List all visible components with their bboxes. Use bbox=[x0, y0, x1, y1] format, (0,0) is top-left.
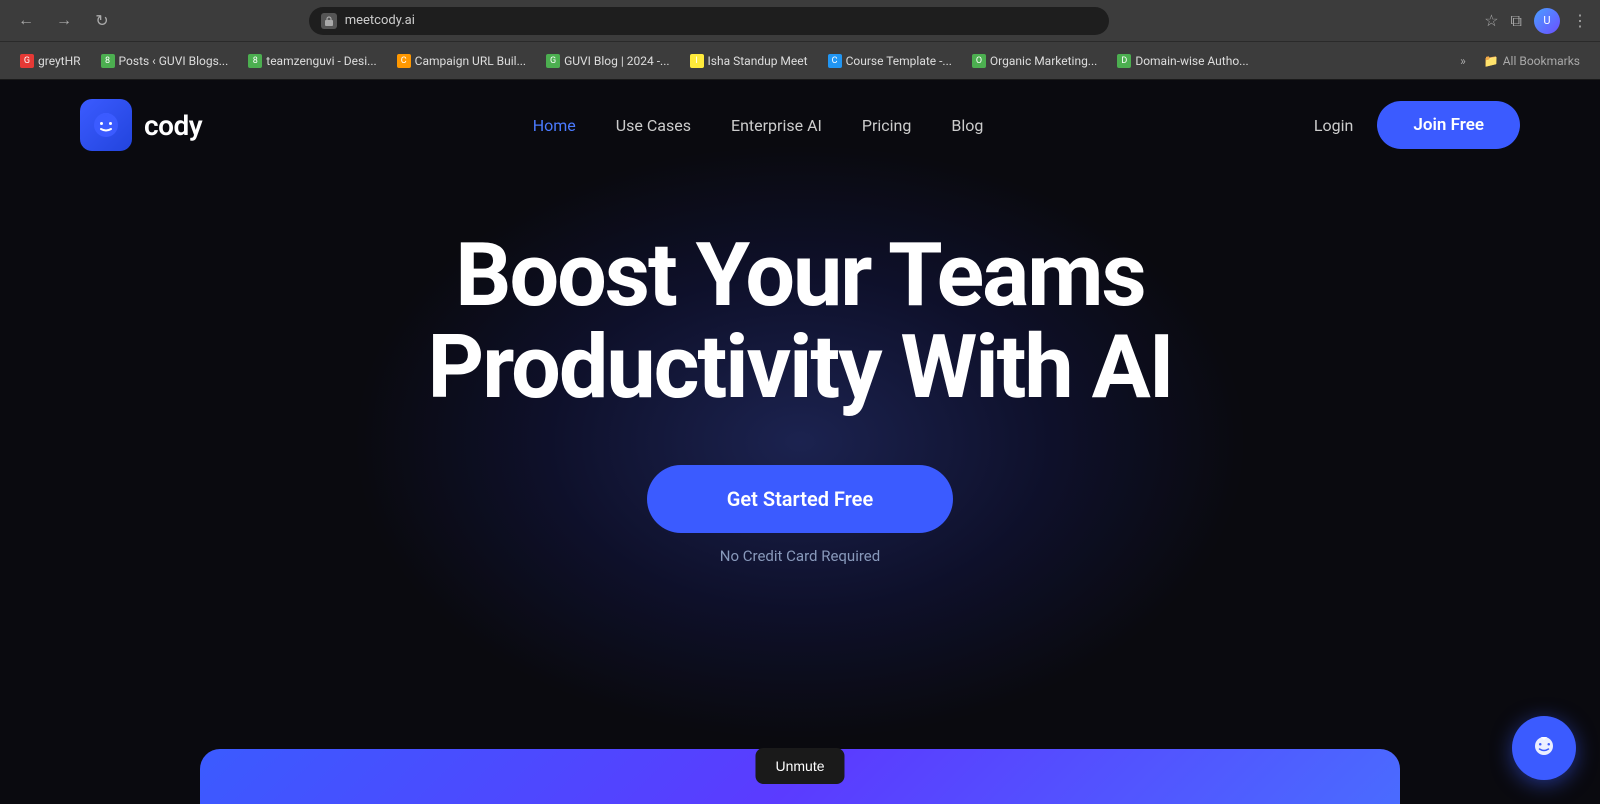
hero-title-line1: Boost Your Teams bbox=[455, 224, 1144, 327]
address-bar[interactable]: meetcody.ai bbox=[309, 7, 1109, 35]
bookmark-favicon: 8 bbox=[101, 54, 115, 68]
bookmark-favicon: C bbox=[397, 54, 411, 68]
star-icon[interactable]: ☆ bbox=[1484, 11, 1498, 30]
no-credit-card-text: No Credit Card Required bbox=[720, 547, 880, 565]
bookmark-teamzen[interactable]: 8 teamzenguvi - Desi... bbox=[240, 51, 384, 71]
nav-enterprise-ai[interactable]: Enterprise AI bbox=[731, 116, 822, 135]
all-bookmarks-label: All Bookmarks bbox=[1503, 54, 1580, 68]
bookmark-favicon: G bbox=[546, 54, 560, 68]
unmute-button[interactable]: Unmute bbox=[755, 748, 844, 784]
back-button[interactable]: ← bbox=[12, 7, 40, 35]
bookmark-label: GUVI Blog | 2024 -... bbox=[564, 54, 669, 68]
nav-home[interactable]: Home bbox=[533, 116, 576, 135]
bookmark-favicon: G bbox=[20, 54, 34, 68]
bookmark-label: Isha Standup Meet bbox=[708, 54, 808, 68]
get-started-button[interactable]: Get Started Free bbox=[647, 465, 953, 533]
user-avatar[interactable]: U bbox=[1534, 8, 1560, 34]
forward-button[interactable]: → bbox=[50, 7, 78, 35]
security-icon bbox=[321, 13, 337, 29]
address-text: meetcody.ai bbox=[345, 13, 415, 28]
bookmark-guvi-blog[interactable]: G GUVI Blog | 2024 -... bbox=[538, 51, 677, 71]
bookmark-favicon: 8 bbox=[248, 54, 262, 68]
website-content: cody Home Use Cases Enterprise AI Pricin… bbox=[0, 80, 1600, 804]
bookmark-organic[interactable]: O Organic Marketing... bbox=[964, 51, 1105, 71]
bookmark-favicon: O bbox=[972, 54, 986, 68]
bookmark-label: Course Template -... bbox=[846, 54, 952, 68]
browser-toolbar: ← → ↻ meetcody.ai ☆ ⧉ U ⋮ bbox=[0, 0, 1600, 41]
extensions-icon[interactable]: ⧉ bbox=[1511, 11, 1522, 31]
join-free-button[interactable]: Join Free bbox=[1377, 101, 1520, 149]
nav-links: Home Use Cases Enterprise AI Pricing Blo… bbox=[533, 116, 984, 135]
logo-text: cody bbox=[144, 109, 202, 142]
nav-right: Login Join Free bbox=[1314, 101, 1520, 149]
login-button[interactable]: Login bbox=[1314, 116, 1353, 135]
bookmarks-bar: G greytHR 8 Posts ‹ GUVI Blogs... 8 team… bbox=[0, 41, 1600, 79]
bookmark-label: Posts ‹ GUVI Blogs... bbox=[119, 54, 229, 68]
bookmark-isha[interactable]: I Isha Standup Meet bbox=[682, 51, 816, 71]
bookmark-course[interactable]: C Course Template -... bbox=[820, 51, 960, 71]
nav-blog[interactable]: Blog bbox=[951, 116, 983, 135]
bookmark-greyhr[interactable]: G greytHR bbox=[12, 51, 89, 71]
bookmark-guvi-blogs[interactable]: 8 Posts ‹ GUVI Blogs... bbox=[93, 51, 237, 71]
nav-use-cases[interactable]: Use Cases bbox=[616, 116, 691, 135]
browser-chrome: ← → ↻ meetcody.ai ☆ ⧉ U ⋮ G greytHR 8 bbox=[0, 0, 1600, 80]
bookmark-label: Domain-wise Autho... bbox=[1135, 54, 1248, 68]
browser-right-icons: ☆ ⧉ U ⋮ bbox=[1484, 8, 1588, 34]
hero-title: Boost Your Teams Productivity With AI bbox=[250, 230, 1350, 415]
chat-widget-button[interactable] bbox=[1512, 716, 1576, 780]
hero-cta: Get Started Free No Credit Card Required bbox=[20, 465, 1580, 565]
menu-icon[interactable]: ⋮ bbox=[1572, 11, 1588, 30]
bookmark-label: teamzenguvi - Desi... bbox=[266, 54, 376, 68]
bookmark-label: greytHR bbox=[38, 54, 81, 68]
logo[interactable]: cody bbox=[80, 99, 202, 151]
navbar: cody Home Use Cases Enterprise AI Pricin… bbox=[0, 80, 1600, 170]
hero-section: Boost Your Teams Productivity With AI Ge… bbox=[0, 170, 1600, 605]
logo-icon bbox=[80, 99, 132, 151]
nav-pricing[interactable]: Pricing bbox=[862, 116, 912, 135]
all-bookmarks[interactable]: 📁 All Bookmarks bbox=[1476, 51, 1588, 71]
bookmark-favicon: C bbox=[828, 54, 842, 68]
bookmark-label: Campaign URL Buil... bbox=[415, 54, 526, 68]
bookmark-domain[interactable]: D Domain-wise Autho... bbox=[1109, 51, 1256, 71]
bookmarks-more[interactable]: » bbox=[1454, 51, 1472, 71]
hero-title-line2: Productivity With AI bbox=[428, 316, 1173, 419]
bookmark-label: Organic Marketing... bbox=[990, 54, 1097, 68]
refresh-button[interactable]: ↻ bbox=[88, 7, 116, 35]
bookmark-favicon: D bbox=[1117, 54, 1131, 68]
bookmark-campaign[interactable]: C Campaign URL Buil... bbox=[389, 51, 534, 71]
bookmark-favicon: I bbox=[690, 54, 704, 68]
